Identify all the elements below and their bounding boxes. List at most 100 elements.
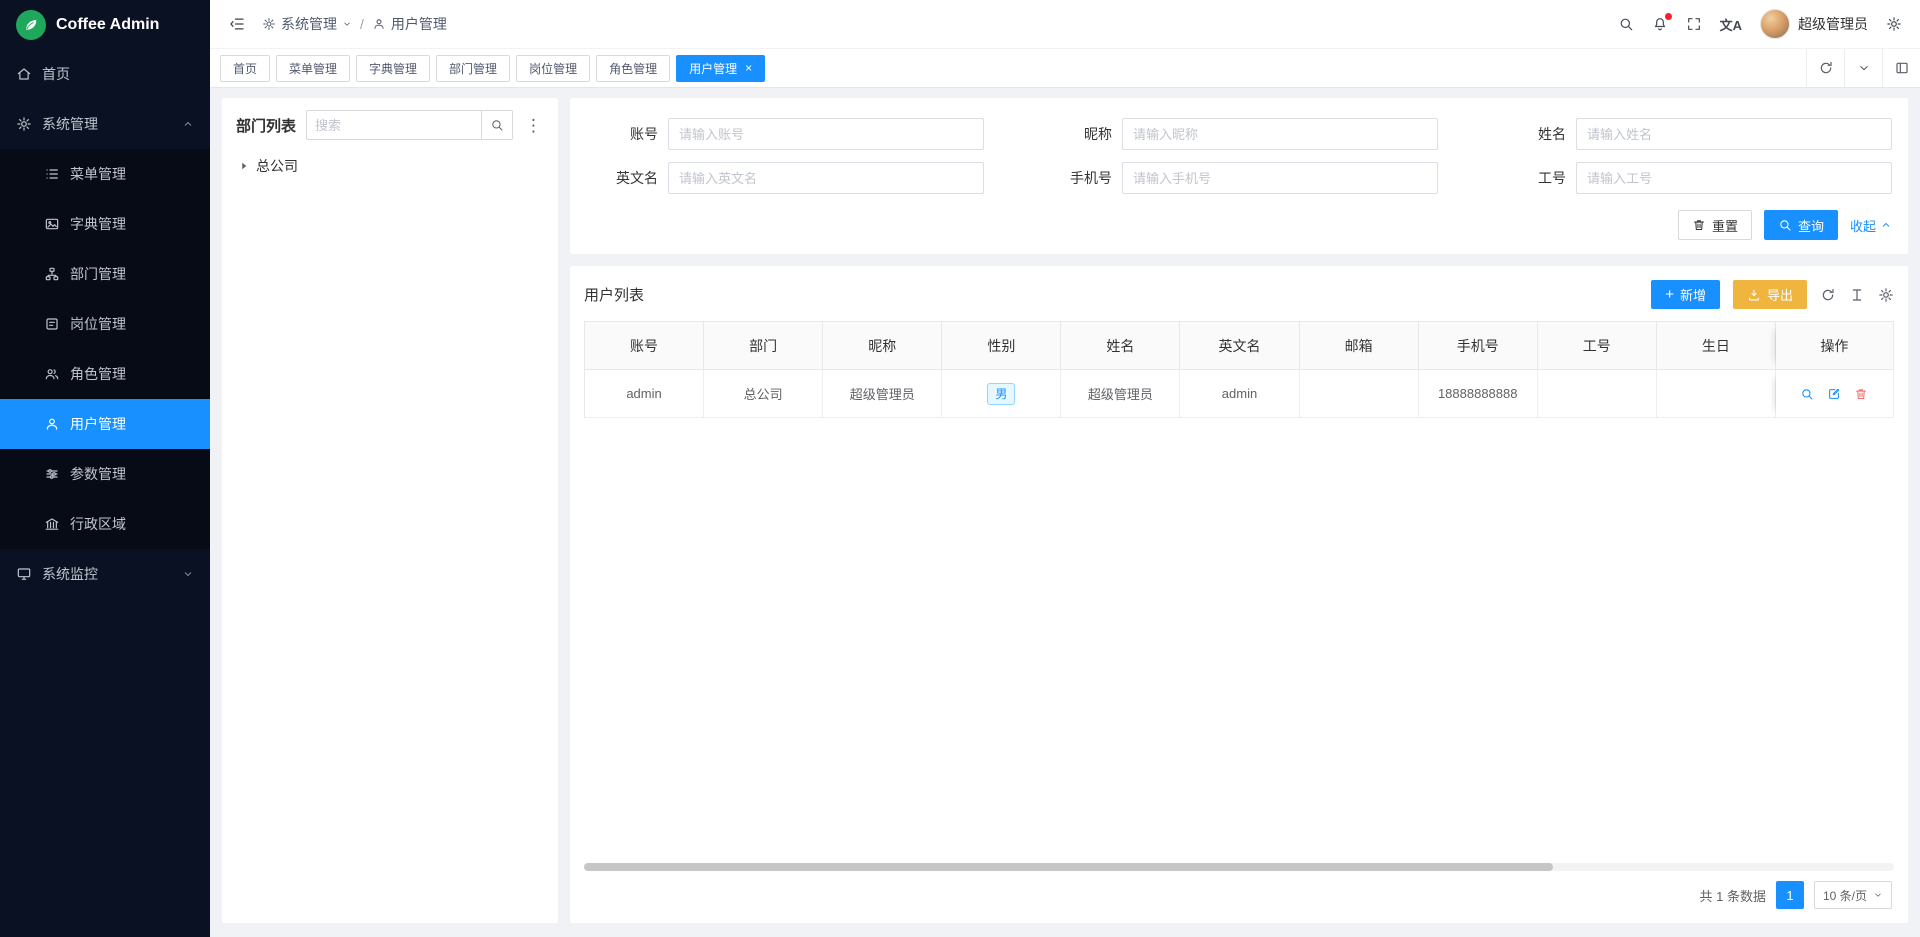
refresh-icon[interactable] [1806,49,1844,87]
field-label: 手机号 [1040,168,1112,188]
export-button[interactable]: 导出 [1733,280,1807,309]
delete-icon[interactable] [1854,387,1868,401]
column-header-email: 邮箱 [1300,322,1419,370]
collapse-link[interactable]: 收起 [1850,216,1892,235]
close-icon[interactable]: × [745,62,752,74]
panel-title: 用户列表 [584,284,644,305]
breadcrumb-system-management[interactable]: 系统管理 [262,14,352,34]
field-label: 姓名 [1494,124,1566,144]
page-size-select[interactable]: 10 条/页 [1814,881,1892,909]
table-density-icon[interactable] [1849,287,1865,303]
sidebar-item-label: 用户管理 [70,414,126,434]
leaf-icon [16,10,46,40]
sidebar-item-role-management[interactable]: 角色管理 [0,349,210,399]
field-phone: 手机号 [1040,162,1438,194]
breadcrumb-separator: / [360,16,364,32]
sidebar-item-label: 角色管理 [70,364,126,384]
sidebar-item-label: 部门管理 [70,264,126,284]
sidebar-submenu-system: 菜单管理 字典管理 部门管理 岗位管理 角色管理 用户管理 [0,149,210,549]
field-label: 账号 [586,124,658,144]
table-empty-area [584,418,1894,855]
header-actions: 文A 超级管理员 [1618,9,1902,39]
chevron-down-icon[interactable] [1844,49,1882,87]
view-icon[interactable] [1800,387,1814,401]
sidebar-item-post-management[interactable]: 岗位管理 [0,299,210,349]
user-menu[interactable]: 超级管理员 [1760,9,1868,39]
sidebar-item-user-management[interactable]: 用户管理 [0,399,210,449]
department-search-input[interactable] [306,110,481,140]
work-no-input[interactable] [1576,162,1892,194]
column-header-birthday: 生日 [1657,322,1776,370]
column-header-gender: 性别 [942,322,1061,370]
notification-dot [1665,13,1672,20]
id-card-icon [44,316,60,332]
fullscreen-icon[interactable] [1686,16,1702,32]
cell-phone: 18888888888 [1419,370,1538,418]
collapse-label: 收起 [1850,216,1876,235]
bell-icon[interactable] [1652,16,1668,32]
gear-icon[interactable] [1878,287,1894,303]
layout-icon[interactable] [1882,49,1920,87]
tab-post-management[interactable]: 岗位管理 [516,55,590,82]
page-1-button[interactable]: 1 [1776,881,1804,909]
tree-node-label: 总公司 [256,156,298,176]
sidebar-item-menu-management[interactable]: 菜单管理 [0,149,210,199]
more-options-icon[interactable]: ⋮ [523,117,544,134]
scrollbar-thumb[interactable] [584,863,1553,871]
field-english-name: 英文名 [586,162,984,194]
account-input[interactable] [668,118,984,150]
tab-home[interactable]: 首页 [220,55,270,82]
tab-department-management[interactable]: 部门管理 [436,55,510,82]
pagination: 共 1 条数据 1 10 条/页 [584,871,1894,915]
cell-account: admin [585,370,704,418]
tree-node-root[interactable]: 总公司 [236,156,544,176]
caret-right-icon [238,160,250,172]
pagination-total: 共 1 条数据 [1700,886,1766,905]
phone-input[interactable] [1122,162,1438,194]
column-header-name: 姓名 [1061,322,1180,370]
refresh-icon[interactable] [1820,287,1836,303]
bank-icon [44,516,60,532]
sidebar-item-home[interactable]: 首页 [0,49,210,99]
gear-icon [16,116,32,132]
nickname-input[interactable] [1122,118,1438,150]
sidebar-item-department-management[interactable]: 部门管理 [0,249,210,299]
sidebar-group-system-monitor[interactable]: 系统监控 [0,549,210,599]
cell-birthday [1657,370,1776,418]
sidebar-item-label: 岗位管理 [70,314,126,334]
menu-fold-icon[interactable] [228,15,246,33]
translate-icon[interactable]: 文A [1720,15,1742,34]
sidebar-item-label: 行政区域 [70,514,126,534]
tab-label: 首页 [233,60,257,77]
app-title: Coffee Admin [56,16,159,34]
tab-menu-management[interactable]: 菜单管理 [276,55,350,82]
sidebar-group-system-management[interactable]: 系统管理 [0,99,210,149]
gear-icon[interactable] [1886,16,1902,32]
sliders-icon [44,466,60,482]
chevron-up-icon [1880,219,1892,231]
gear-icon [262,17,276,31]
tab-label: 菜单管理 [289,60,337,77]
add-button[interactable]: + 新增 [1651,280,1720,309]
sidebar-item-admin-region[interactable]: 行政区域 [0,499,210,549]
tab-user-management[interactable]: 用户管理 × [676,55,765,82]
search-button[interactable] [481,110,513,140]
app-logo[interactable]: Coffee Admin [0,0,210,49]
export-label: 导出 [1767,285,1793,304]
column-header-account: 账号 [585,322,704,370]
edit-icon[interactable] [1827,387,1841,401]
sidebar-item-parameter-management[interactable]: 参数管理 [0,449,210,499]
query-button[interactable]: 查询 [1764,210,1838,240]
user-icon [372,17,386,31]
sidebar-item-dictionary-management[interactable]: 字典管理 [0,199,210,249]
english-name-input[interactable] [668,162,984,194]
name-input[interactable] [1576,118,1892,150]
tab-dictionary-management[interactable]: 字典管理 [356,55,430,82]
tab-label: 用户管理 [689,60,737,77]
reset-button[interactable]: 重置 [1678,210,1752,240]
breadcrumb-user-management[interactable]: 用户管理 [372,14,447,34]
chevron-up-icon [182,118,194,130]
tab-role-management[interactable]: 角色管理 [596,55,670,82]
reset-label: 重置 [1712,216,1738,235]
search-icon[interactable] [1618,16,1634,32]
